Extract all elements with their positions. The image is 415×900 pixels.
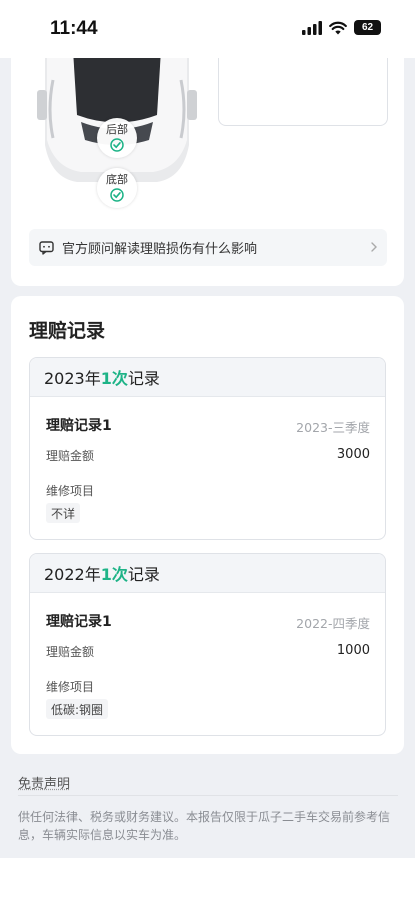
- amount-value: 1000: [336, 643, 370, 658]
- wifi-icon: [329, 21, 347, 34]
- part-marker-rear[interactable]: 后部: [97, 118, 137, 158]
- record-period: 2022-四季度: [296, 616, 370, 631]
- amount-label: 理赔金额: [46, 449, 95, 463]
- advisor-explanation-link[interactable]: 官方顾问解读理赔损伤有什么影响: [29, 229, 387, 266]
- year-suffix: 记录: [127, 369, 160, 388]
- repair-item-tag: 不详: [46, 503, 81, 523]
- check-circle-icon: [110, 138, 124, 152]
- divider: [18, 795, 398, 796]
- repair-items-label: 维修项目: [46, 484, 95, 498]
- signal-icon: [302, 20, 322, 35]
- claims-year-block-2023: 2023年 1次 记录 理赔记录1 2023-三季度 理赔金额 3000 维修项…: [29, 357, 386, 540]
- record-period: 2023-三季度: [296, 420, 370, 435]
- record-name: 理赔记录1: [46, 614, 112, 630]
- year-suffix: 记录: [127, 565, 160, 584]
- year-label: 2023年: [44, 369, 101, 388]
- disclaimer-text: 供任何法律、税务或财务建议。本报告仅限于瓜子二手车交易前参考信息，车辆实际信息以…: [18, 810, 391, 842]
- status-bar: 11:44 62: [0, 0, 415, 58]
- year-label: 2022年: [44, 565, 101, 584]
- damage-diagram-card: 后部 底部 官方顾问解读理赔损伤有什么影响: [11, 50, 404, 286]
- part-label-bottom: 底部: [106, 173, 128, 186]
- disclaimer-title: 免责声明: [18, 777, 71, 792]
- part-label-rear: 后部: [106, 123, 128, 136]
- claims-year-block-2022: 2022年 1次 记录 理赔记录1 2022-四季度 理赔金额 1000 维修项…: [29, 553, 386, 736]
- year-header: 2022年 1次 记录: [30, 554, 385, 593]
- damage-detail-box: [218, 50, 388, 126]
- repair-item-tag: 低碳:钢圈: [46, 699, 109, 719]
- advice-text: 官方顾问解读理赔损伤有什么影响: [62, 242, 258, 257]
- amount-label: 理赔金额: [46, 645, 95, 659]
- part-marker-bottom[interactable]: 底部: [97, 168, 137, 208]
- check-circle-icon: [110, 188, 124, 202]
- chevron-right-icon: [370, 240, 378, 254]
- chat-bubble-icon: [39, 240, 54, 255]
- status-icons: 62: [302, 20, 381, 35]
- year-count: 1次: [100, 369, 128, 388]
- claims-section: 理赔记录 2023年 1次 记录 理赔记录1 2023-三季度 理赔金额 300…: [11, 296, 404, 754]
- record-name: 理赔记录1: [46, 418, 112, 434]
- year-count: 1次: [100, 565, 128, 584]
- repair-items-label: 维修项目: [46, 680, 95, 694]
- section-title: 理赔记录: [29, 320, 106, 342]
- bottom-area: [0, 858, 415, 900]
- year-header: 2023年 1次 记录: [30, 358, 385, 397]
- battery-icon: 62: [354, 20, 381, 35]
- amount-value: 3000: [336, 447, 370, 462]
- status-time: 11:44: [50, 18, 98, 39]
- car-top-view: 后部 底部: [37, 50, 197, 230]
